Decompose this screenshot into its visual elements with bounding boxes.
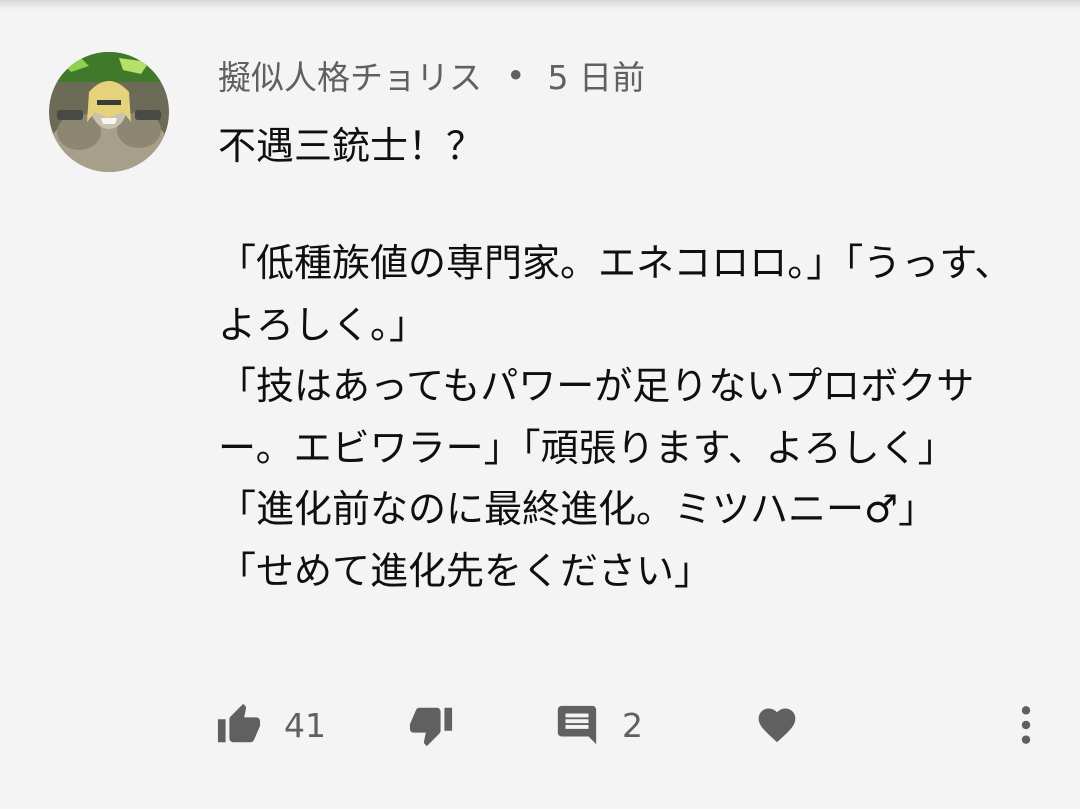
comment-timestamp[interactable]: 5 日前 (547, 51, 645, 99)
comment-body: 「低種族値の専門家。エネコロロ。」「うっす、よろしく。」 「技はあってもパワーが… (218, 241, 1013, 593)
comment-header: 擬似人格チョリス • 5 日前 (218, 52, 645, 98)
dislike-button[interactable] (408, 695, 454, 755)
comment-icon (557, 705, 597, 745)
more-options-button[interactable] (1004, 695, 1048, 755)
avatar[interactable] (49, 52, 169, 172)
header-separator: • (506, 55, 526, 95)
thumbs-down-icon (409, 707, 453, 747)
avatar-image (49, 52, 169, 172)
more-vertical-icon (1021, 706, 1031, 744)
reply-button[interactable]: 2 (554, 695, 643, 755)
thumbs-up-icon (217, 703, 261, 743)
author-name[interactable]: 擬似人格チョリス (218, 51, 482, 99)
reply-count: 2 (622, 705, 643, 745)
like-button[interactable]: 41 (216, 695, 326, 755)
comment-action-bar: 41 2 (0, 695, 1080, 755)
top-divider (0, 0, 1080, 10)
heart-icon (758, 708, 796, 743)
comment-title: 不遇三銃士！？ (218, 124, 485, 168)
comment-content: 不遇三銃士！？ 「低種族値の専門家。エネコロロ。」「うっす、よろしく。」 「技は… (218, 115, 1018, 593)
heart-button[interactable] (755, 695, 799, 755)
like-count: 41 (284, 705, 326, 745)
